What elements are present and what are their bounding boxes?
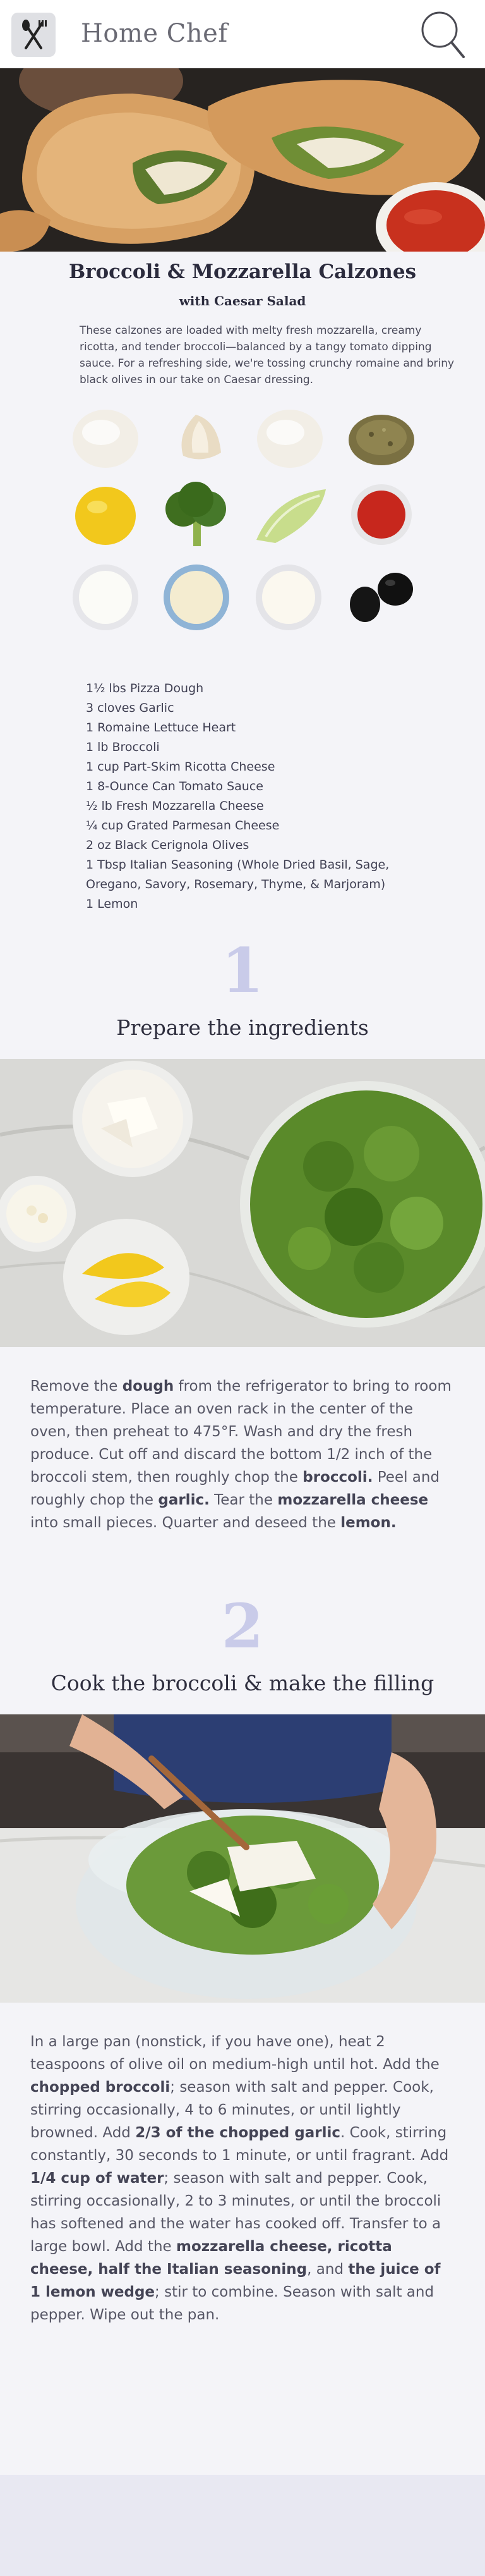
parmesan-cheese-image (164, 565, 229, 630)
step-number: 2 (221, 1590, 264, 1662)
step-1: 1 Prepare the ingredients Remove the dou… (0, 939, 485, 1534)
ingredient-item: 1 8-Ounce Can Tomato Sauce (86, 779, 263, 793)
recipe-subtitle: with Caesar Salad (179, 293, 306, 308)
lemon-image (75, 487, 136, 545)
app-logo[interactable] (11, 13, 56, 57)
black-olives-image (350, 573, 413, 622)
step-title: Cook the broccoli & make the filling (51, 1671, 434, 1695)
ingredient-item: 1 Tbsp Italian Seasoning (Whole Dried Ba… (86, 858, 390, 872)
ingredient-item: ½ lb Fresh Mozzarella Cheese (86, 799, 264, 813)
garlic-image (181, 415, 221, 460)
search-button[interactable] (418, 9, 466, 59)
highlighted-text: garlic. (158, 1492, 210, 1508)
hero-image (0, 68, 485, 252)
step-2-instructions: In a large pan (nonstick, if you have on… (30, 2034, 449, 2323)
recipe-page: Home Chef Broccoli & Mozzarella Calzones… (0, 0, 485, 2576)
recipe-description: These calzones are loaded with melty fre… (80, 324, 455, 386)
romaine-lettuce-image (256, 489, 326, 543)
highlighted-text: 1/4 cup of water (30, 2170, 164, 2187)
highlighted-text: chopped broccoli (30, 2079, 171, 2096)
ingredient-item: 1 cup Part-Skim Ricotta Cheese (86, 760, 275, 774)
ingredient-item: 1 Lemon (86, 897, 138, 911)
step-1-photo (0, 1059, 485, 1347)
step-2: 2 Cook the broccoli & make the filling I… (0, 1595, 485, 2326)
ingredient-item: 1 lb Broccoli (86, 740, 160, 754)
search-icon (421, 11, 465, 58)
step-number: 1 (221, 935, 264, 1006)
footer-band (0, 2475, 485, 2576)
ingredient-item: ¼ cup Grated Parmesan Cheese (86, 819, 280, 833)
highlighted-text: broccoli. (302, 1469, 373, 1486)
pizza-dough-2-image (257, 410, 323, 468)
step-2-photo (0, 1714, 485, 2003)
broccoli-image (165, 482, 226, 546)
recipe-title: Broccoli & Mozzarella Calzones (68, 260, 417, 283)
italian-seasoning-image (349, 415, 414, 465)
ingredient-item: 3 cloves Garlic (86, 701, 174, 715)
app-title[interactable]: Home Chef (81, 19, 228, 48)
chef-utensils-logo-icon (22, 20, 47, 49)
mozzarella-cheese-image (256, 565, 321, 630)
ingredient-images (0, 406, 485, 671)
app-header: Home Chef (0, 0, 485, 68)
ingredient-item: Oregano, Savory, Rosemary, Thyme, & Marj… (86, 877, 386, 891)
ingredient-item: 1½ lbs Pizza Dough (86, 681, 204, 695)
step-title: Prepare the ingredients (116, 1015, 369, 1040)
highlighted-text: mozzarella cheese (277, 1492, 429, 1508)
step-1-instructions: Remove the dough from the refrigerator t… (30, 1378, 452, 1531)
ingredient-item: 1 Romaine Lettuce Heart (86, 721, 236, 735)
ingredient-list: 1½ lbs Pizza Dough 3 cloves Garlic 1 Rom… (86, 679, 485, 914)
highlighted-text: dough (122, 1378, 174, 1395)
ingredient-item: 2 oz Black Cerignola Olives (86, 838, 249, 852)
recipe-intro: Broccoli & Mozzarella Calzones with Caes… (0, 252, 485, 388)
tomato-sauce-image (351, 484, 412, 545)
ricotta-cheese-image (73, 565, 138, 630)
highlighted-text: 2/3 of the chopped garlic (135, 2125, 340, 2141)
highlighted-text: mozzarella cheese, ricotta cheese, half … (30, 2238, 392, 2278)
pizza-dough-image (73, 410, 138, 468)
highlighted-text: lemon. (340, 1515, 397, 1531)
